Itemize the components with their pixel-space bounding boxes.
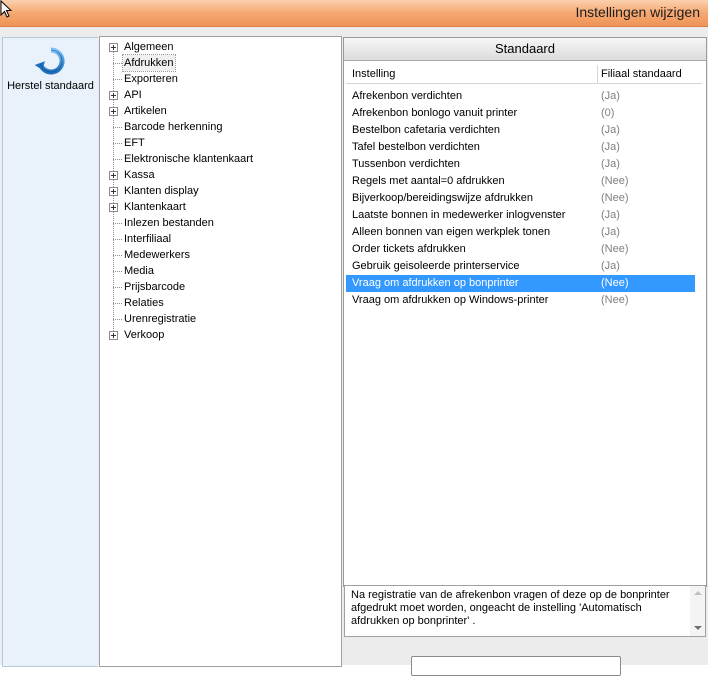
scroll-up-icon[interactable] — [694, 591, 702, 595]
tree-item-label: Kassa — [124, 169, 155, 181]
tree-connector — [113, 143, 122, 144]
tree-item-label: Afdrukken — [122, 54, 176, 72]
settings-row[interactable]: Bestelbon cafetaria verdichten (Ja) — [346, 122, 695, 139]
tree-item-label: Urenregistratie — [124, 313, 197, 325]
tree-item-label: Interfiliaal — [124, 233, 172, 245]
tree-connector — [113, 319, 122, 320]
tree-connector — [113, 159, 122, 160]
setting-default-value: (Ja) — [601, 141, 620, 153]
tree-connector — [113, 63, 122, 64]
tree-connector — [113, 223, 122, 224]
restore-arrow-icon — [34, 47, 65, 75]
column-header-setting[interactable]: Instelling — [352, 68, 395, 80]
setting-name: Laatste bonnen in medewerker inlogvenste… — [352, 209, 566, 221]
setting-default-value: (Nee) — [601, 192, 629, 204]
tree-item-label: Media — [124, 265, 154, 277]
settings-row[interactable]: Order tickets afdrukken (Nee) — [346, 241, 695, 258]
tree-connector — [113, 79, 122, 80]
setting-default-value: (Ja) — [601, 260, 620, 272]
settings-column-header: Instelling Filiaal standaard — [346, 65, 702, 84]
setting-name: Tafel bestelbon verdichten — [352, 141, 480, 153]
column-separator[interactable] — [597, 65, 598, 83]
tree-item-label: Prijsbarcode — [124, 281, 186, 293]
tree-item-label: Verkoop — [124, 329, 165, 341]
tree-item-label: Exporteren — [124, 73, 178, 85]
main-area: Herstel standaard Algemeen Afdrukken Expor… — [0, 27, 708, 676]
mouse-cursor-icon — [0, 0, 13, 18]
setting-default-value: (Nee) — [601, 294, 629, 306]
setting-default-value: (Nee) — [601, 175, 629, 187]
setting-name: Vraag om afdrukken op bonprinter — [352, 277, 519, 289]
expand-plus-icon[interactable] — [109, 187, 118, 196]
settings-row[interactable]: Vraag om afdrukken op Windows-printer (Ne… — [346, 292, 695, 309]
setting-default-value: (Ja) — [601, 90, 620, 102]
settings-row[interactable]: Laatste bonnen in medewerker inlogvenste… — [346, 207, 695, 224]
scroll-down-icon[interactable] — [694, 626, 702, 630]
setting-name: Order tickets afdrukken — [352, 243, 466, 255]
command-pane: Herstel standaard — [2, 37, 98, 667]
column-header-default[interactable]: Filiaal standaard — [601, 68, 682, 80]
title-bar: Instellingen wijzigen — [0, 0, 708, 27]
setting-default-value: (Ja) — [601, 124, 620, 136]
settings-row[interactable]: Tafel bestelbon verdichten (Ja) — [346, 139, 695, 156]
expand-plus-icon[interactable] — [109, 43, 118, 52]
tree-item-label: Inlezen bestanden — [124, 217, 214, 229]
setting-default-value: (Ja) — [601, 226, 620, 238]
expand-plus-icon[interactable] — [109, 91, 118, 100]
description-text: Na registratie van de afrekenbon vragen … — [351, 589, 670, 627]
tree-item-label: Elektronische klantenkaart — [124, 153, 254, 165]
setting-name: Tussenbon verdichten — [352, 158, 460, 170]
setting-name: Afrekenbon bonlogo vanuit printer — [352, 107, 518, 119]
setting-default-value: (0) — [601, 107, 615, 119]
settings-row[interactable]: Bijverkoop/bereidingswijze afdrukken (Nee… — [346, 190, 695, 207]
settings-panel: Standaard Instelling Filiaal standaard A… — [343, 37, 707, 587]
expand-plus-icon[interactable] — [109, 171, 118, 180]
tree-connector — [113, 255, 122, 256]
expand-plus-icon[interactable] — [109, 107, 118, 116]
expand-plus-icon[interactable] — [109, 331, 118, 340]
tree-connector — [113, 127, 122, 128]
window-title: Instellingen wijzigen — [575, 4, 700, 20]
settings-row[interactable]: Regels met aantal=0 afdrukken (Nee) — [346, 173, 695, 190]
settings-row[interactable]: Tussenbon verdichten (Ja) — [346, 156, 695, 173]
tree-item-label: Klantenkaart — [124, 201, 186, 213]
settings-row[interactable]: Gebruik geisoleerde printerservice (Ja) — [346, 258, 695, 275]
tree-item-label: Medewerkers — [124, 249, 191, 261]
setting-name: Regels met aantal=0 afdrukken — [352, 175, 505, 187]
restore-defaults-label: Herstel standaard — [7, 80, 94, 92]
restore-defaults-button[interactable]: Herstel standaard — [3, 46, 98, 92]
tree-connector — [113, 287, 122, 288]
description-box[interactable]: Na registratie van de afrekenbon vragen … — [344, 585, 706, 637]
settings-row[interactable]: Vraag om afdrukken op bonprinter (Nee) — [346, 275, 695, 292]
tree-item-label: API — [124, 89, 142, 101]
setting-default-value: (Nee) — [601, 277, 629, 289]
panel-title: Standaard — [344, 38, 706, 61]
tree-connector — [113, 239, 122, 240]
settings-row[interactable]: Afrekenbon verdichten (Ja) — [346, 88, 695, 105]
setting-default-value: (Ja) — [601, 209, 620, 221]
tree-item-label: Artikelen — [124, 105, 167, 117]
setting-name: Bijverkoop/bereidingswijze afdrukken — [352, 192, 533, 204]
tree-item-label: Klanten display — [124, 185, 199, 197]
setting-name: Alleen bonnen van eigen werkplek tonen — [352, 226, 551, 238]
setting-default-value: (Nee) — [601, 243, 629, 255]
setting-name: Afrekenbon verdichten — [352, 90, 463, 102]
tree-connector — [113, 271, 122, 272]
setting-name: Bestelbon cafetaria verdichten — [352, 124, 500, 136]
settings-row[interactable]: Alleen bonnen van eigen werkplek tonen (J… — [346, 224, 695, 241]
tree-item-label: EFT — [124, 137, 145, 149]
expand-plus-icon[interactable] — [109, 203, 118, 212]
tree-item-label: Algemeen — [124, 41, 174, 53]
description-scrollbar[interactable] — [690, 586, 705, 636]
setting-name: Vraag om afdrukken op Windows-printer — [352, 294, 549, 306]
value-combo[interactable] — [411, 656, 621, 676]
setting-default-value: (Ja) — [601, 158, 620, 170]
tree-item-label: Relaties — [124, 297, 164, 309]
category-tree[interactable]: Algemeen Afdrukken Exporteren API Artikelen B… — [99, 36, 342, 667]
tree-item-label: Barcode herkenning — [124, 121, 223, 133]
setting-name: Gebruik geisoleerde printerservice — [352, 260, 520, 272]
tree-connector — [113, 303, 122, 304]
settings-row[interactable]: Afrekenbon bonlogo vanuit printer (0) — [346, 105, 695, 122]
